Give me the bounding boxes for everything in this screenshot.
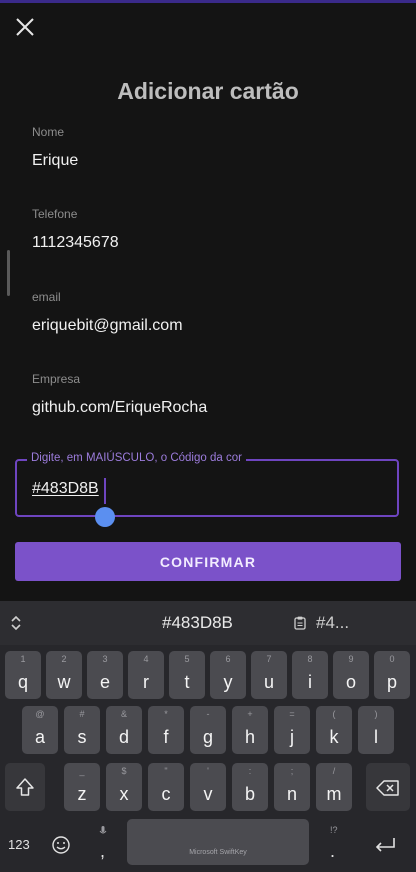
comma-label: , xyxy=(100,841,106,861)
company-value: github.com/EriqueRocha xyxy=(32,399,208,416)
page-title: Adicionar cartão xyxy=(117,78,299,104)
key-t[interactable]: 5t xyxy=(169,651,205,699)
name-value: Erique xyxy=(32,152,79,169)
phone-label: Telefone xyxy=(32,207,78,221)
keyboard: #483D8B #4... 1q 2w 3e 4r 5t 6y 7u 8i 9o… xyxy=(0,601,416,872)
name-label: Nome xyxy=(32,125,65,139)
company-label: Empresa xyxy=(32,372,81,386)
keyboard-brand: Microsoft SwiftKey xyxy=(189,849,247,856)
cursor-handle[interactable] xyxy=(95,507,115,527)
key-e[interactable]: 3e xyxy=(87,651,123,699)
color-code-label: Digite, em MAIÚSCULO, o Código da cor xyxy=(27,452,246,464)
status-accent-line xyxy=(0,0,416,3)
period-key[interactable]: !? . xyxy=(318,821,348,867)
key-n[interactable]: ; n xyxy=(274,763,310,811)
text-cursor xyxy=(104,478,106,504)
suggestion-clipboard[interactable]: #4... xyxy=(316,613,349,633)
shift-key[interactable] xyxy=(5,763,45,811)
key-j[interactable]: = j xyxy=(274,706,310,754)
microphone-icon xyxy=(99,826,107,834)
key-u[interactable]: 7u xyxy=(251,651,287,699)
key-w[interactable]: 2w xyxy=(46,651,82,699)
key-y[interactable]: 6y xyxy=(210,651,246,699)
enter-icon[interactable] xyxy=(373,835,397,855)
scrollbar[interactable] xyxy=(7,250,10,296)
clipboard-icon xyxy=(294,616,306,630)
key-l[interactable]: ) l xyxy=(358,706,394,754)
key-x[interactable]: $ x xyxy=(106,763,142,811)
key-d[interactable]: & d xyxy=(106,706,142,754)
suggestion-center[interactable]: #483D8B xyxy=(162,613,233,633)
backspace-key[interactable] xyxy=(366,763,410,811)
key-c[interactable]: " c xyxy=(148,763,184,811)
phone-field[interactable]: Telefone 1112345678 xyxy=(32,207,392,252)
emoji-icon[interactable] xyxy=(51,835,71,855)
color-code-field[interactable]: Digite, em MAIÚSCULO, o Código da cor #4… xyxy=(15,452,399,517)
key-v[interactable]: ' v xyxy=(190,763,226,811)
expand-toolbar-icon[interactable] xyxy=(10,615,22,631)
key-q[interactable]: 1q xyxy=(5,651,41,699)
numbers-key[interactable]: 123 xyxy=(8,837,30,852)
period-hint: !? xyxy=(330,825,338,835)
suggestion-bar: #483D8B #4... xyxy=(0,601,416,645)
key-a[interactable]: @ a xyxy=(22,706,58,754)
phone-value: 1112345678 xyxy=(32,234,119,251)
company-field[interactable]: Empresa github.com/EriqueRocha xyxy=(32,372,392,417)
name-field[interactable]: Nome Erique xyxy=(32,125,392,170)
comma-key[interactable]: , xyxy=(88,821,118,867)
key-b[interactable]: :b xyxy=(232,763,268,811)
key-i[interactable]: 8i xyxy=(292,651,328,699)
backspace-icon xyxy=(376,780,399,796)
space-bar[interactable]: Microsoft SwiftKey xyxy=(127,819,309,865)
key-g[interactable]: -g xyxy=(190,706,226,754)
email-label: email xyxy=(32,290,61,304)
shift-icon xyxy=(16,778,34,796)
key-p[interactable]: 0p xyxy=(374,651,410,699)
key-h[interactable]: + h xyxy=(232,706,268,754)
color-code-input[interactable]: #483D8B xyxy=(32,480,99,498)
key-r[interactable]: 4r xyxy=(128,651,164,699)
key-o[interactable]: 9o xyxy=(333,651,369,699)
key-z[interactable]: _ z xyxy=(64,763,100,811)
email-value: eriquebit@gmail.com xyxy=(32,317,183,334)
key-m[interactable]: / m xyxy=(316,763,352,811)
confirm-button[interactable]: CONFIRMAR xyxy=(15,542,401,581)
close-icon[interactable] xyxy=(14,16,36,38)
email-field[interactable]: email eriquebit@gmail.com xyxy=(32,290,392,335)
key-f[interactable]: * f xyxy=(148,706,184,754)
key-s[interactable]: # s xyxy=(64,706,100,754)
period-label: . xyxy=(330,841,336,861)
key-k[interactable]: (k xyxy=(316,706,352,754)
